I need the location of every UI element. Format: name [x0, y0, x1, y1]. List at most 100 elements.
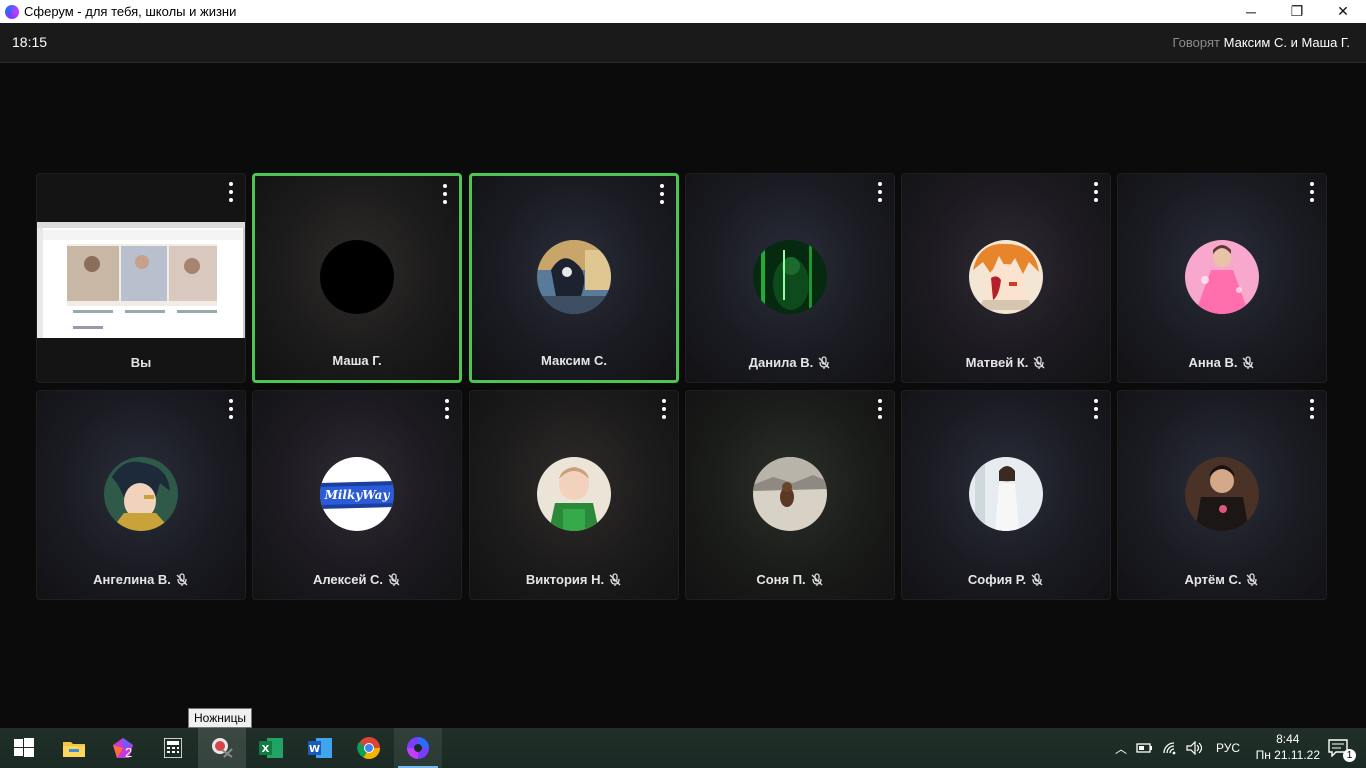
- participant-name: Вы: [130, 355, 152, 370]
- more-options-icon[interactable]: [658, 184, 666, 204]
- participant-tile[interactable]: Виктория Н.: [469, 390, 679, 600]
- battery-icon[interactable]: [1136, 741, 1154, 755]
- participant-name: Соня П.: [756, 572, 806, 587]
- mic-off-icon: [388, 572, 400, 586]
- calculator-icon: [164, 738, 182, 758]
- participant-tile[interactable]: Соня П.: [685, 390, 895, 600]
- taskbar-word[interactable]: W: [296, 728, 344, 768]
- close-button[interactable]: ✕: [1320, 0, 1366, 23]
- taskbar-gem-app[interactable]: 2: [99, 728, 147, 768]
- more-options-icon[interactable]: [1308, 399, 1316, 419]
- avatar: MilkyWay: [320, 457, 394, 531]
- mic-off-icon: [1031, 572, 1043, 586]
- participant-name: Виктория Н.: [525, 572, 605, 587]
- more-options-icon[interactable]: [227, 399, 235, 419]
- window-title-bar: Сферум - для тебя, школы и жизни ─ ❐ ✕: [0, 0, 1366, 23]
- mic-off-icon: [176, 572, 188, 586]
- avatar: [969, 240, 1043, 314]
- participant-name: Анна В.: [1188, 355, 1238, 370]
- call-header: 18:15 Говорят Максим С. и Маша Г.: [0, 23, 1366, 63]
- more-options-icon[interactable]: [876, 182, 884, 202]
- system-tray: ︿ РУС: [1112, 728, 1240, 768]
- participant-name-row: Артём С.: [1118, 572, 1326, 587]
- svg-text:X: X: [262, 744, 270, 755]
- participant-tile-self[interactable]: Вы: [36, 173, 246, 383]
- participant-tile[interactable]: Максим С.: [469, 173, 679, 383]
- window-title: Сферум - для тебя, школы и жизни: [24, 4, 237, 19]
- chrome-icon: [357, 737, 380, 759]
- avatar: [537, 240, 611, 314]
- start-button[interactable]: [0, 728, 48, 768]
- taskbar-excel[interactable]: X: [247, 728, 295, 768]
- snipping-tool-icon: [212, 738, 233, 758]
- participant-tile[interactable]: Артём С.: [1117, 390, 1327, 600]
- taskbar-file-explorer[interactable]: [50, 728, 98, 768]
- taskbar-calculator[interactable]: [149, 728, 197, 768]
- more-options-icon[interactable]: [443, 399, 451, 419]
- participant-name: Алексей С.: [312, 572, 384, 587]
- clock-date: Пн 21.11.22: [1255, 748, 1320, 762]
- mic-off-icon: [1243, 355, 1254, 369]
- excel-icon: X: [259, 738, 283, 758]
- volume-icon[interactable]: [1186, 741, 1204, 755]
- participant-name: Артём С.: [1184, 572, 1242, 587]
- word-icon: W: [308, 738, 332, 758]
- participant-name-row: Вы: [37, 355, 245, 370]
- avatar: [753, 240, 827, 314]
- call-duration: 18:15: [12, 34, 48, 50]
- screen-share-preview: [37, 222, 245, 338]
- notification-center-button[interactable]: 1: [1318, 728, 1358, 768]
- participant-tile[interactable]: MilkyWay Алексей С.: [252, 390, 462, 600]
- taskbar-sferum[interactable]: [394, 728, 442, 768]
- taskbar: 2 X W ︿ РУС 8:44 Пн 21.11.22 1: [0, 728, 1366, 768]
- participant-name-row: Маша Г.: [255, 353, 459, 368]
- snipping-tool-tooltip: Ножницы: [188, 708, 253, 728]
- more-options-icon[interactable]: [227, 182, 235, 202]
- participant-name-row: Анна В.: [1118, 355, 1326, 370]
- participant-name: Маша Г.: [332, 353, 382, 368]
- participant-name: Данила В.: [748, 355, 814, 370]
- speaking-label: Говорят: [1172, 35, 1220, 50]
- notification-count: 1: [1343, 749, 1356, 762]
- participant-tile[interactable]: Матвей К.: [901, 173, 1111, 383]
- more-options-icon[interactable]: [1092, 182, 1100, 202]
- participant-tile[interactable]: Анна В.: [1117, 173, 1327, 383]
- participant-name-row: Данила В.: [686, 355, 894, 370]
- taskbar-snipping-tool[interactable]: [198, 728, 246, 768]
- mic-off-icon: [818, 355, 830, 369]
- participant-name-row: Матвей К.: [902, 355, 1110, 370]
- window-controls: ─ ❐ ✕: [1228, 0, 1366, 23]
- language-indicator[interactable]: РУС: [1216, 741, 1240, 755]
- participant-name-row: Соня П.: [686, 572, 894, 587]
- participant-name: Ангелина В.: [93, 572, 171, 587]
- participant-tile[interactable]: Маша Г.: [252, 173, 462, 383]
- more-options-icon[interactable]: [1092, 399, 1100, 419]
- participant-name-row: Максим С.: [472, 353, 676, 368]
- speaking-indicator: Говорят Максим С. и Маша Г.: [1173, 35, 1350, 50]
- more-options-icon[interactable]: [1308, 182, 1316, 202]
- avatar: [1185, 240, 1259, 314]
- avatar: [1185, 457, 1259, 531]
- participant-tile[interactable]: Ангелина В.: [36, 390, 246, 600]
- taskbar-clock[interactable]: 8:44 Пн 21.11.22: [1256, 731, 1320, 763]
- tray-expand-icon[interactable]: ︿: [1112, 740, 1130, 757]
- participant-tile[interactable]: Данила В.: [685, 173, 895, 383]
- sferum-icon: [407, 737, 429, 759]
- participant-tile[interactable]: София Р.: [901, 390, 1111, 600]
- gem-badge: 2: [125, 745, 133, 760]
- clock-time: 8:44: [1276, 732, 1300, 746]
- more-options-icon[interactable]: [876, 399, 884, 419]
- minimize-button[interactable]: ─: [1228, 0, 1274, 23]
- avatar: [753, 457, 827, 531]
- avatar: [320, 240, 394, 314]
- sferum-app-icon: [5, 4, 19, 19]
- mic-off-icon: [1033, 355, 1045, 369]
- more-options-icon[interactable]: [660, 399, 668, 419]
- wifi-icon[interactable]: [1162, 741, 1180, 755]
- more-options-icon[interactable]: [441, 184, 449, 204]
- mic-off-icon: [609, 572, 621, 586]
- svg-text:W: W: [309, 744, 320, 755]
- participant-name-row: Виктория Н.: [470, 572, 678, 587]
- taskbar-chrome[interactable]: [345, 728, 393, 768]
- maximize-button[interactable]: ❐: [1274, 0, 1320, 23]
